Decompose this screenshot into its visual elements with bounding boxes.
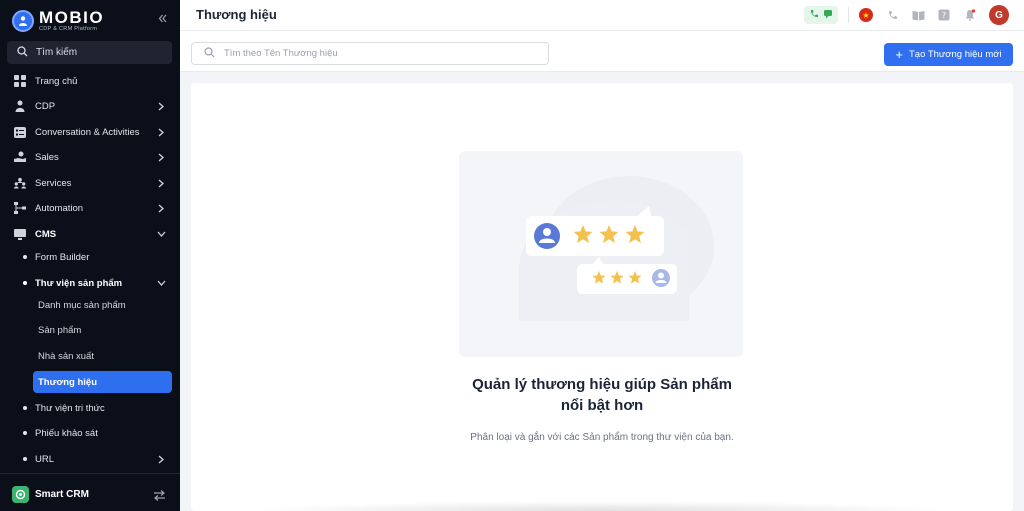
smart-crm-icon: [12, 486, 29, 503]
sales-hand-icon: [14, 151, 26, 163]
sidebar-item-label: Thư viện tri thức: [35, 402, 105, 414]
chevron-right-icon: [156, 101, 166, 111]
home-grid-icon: [14, 75, 26, 87]
sidebar-item-label: CDP: [35, 100, 56, 112]
sidebar-item-label: Services: [35, 177, 72, 189]
brand-search-input[interactable]: Tìm theo Tên Thương hiệu: [191, 42, 549, 65]
sidebar-item-home[interactable]: Trang chủ: [0, 70, 180, 92]
sidebar-item-label: Phiếu khảo sát: [35, 427, 98, 439]
empty-state-title-line1: Quản lý thương hiệu giúp Sản phẩm: [472, 376, 732, 393]
flow-icon: [14, 202, 26, 214]
divider: [848, 7, 849, 23]
sidebar-item-label: URL: [35, 453, 55, 465]
sidebar-footer: Smart CRM: [0, 473, 180, 511]
chevron-down-icon: [156, 278, 166, 288]
services-people-icon: [14, 177, 26, 189]
sidebar-item-conversation[interactable]: Conversation & Activities: [0, 121, 180, 143]
checklist-icon: [14, 126, 26, 138]
smart-crm-label: Smart CRM: [35, 489, 89, 500]
chevron-down-icon: [156, 229, 166, 239]
top-header: Thương hiệu ★ ? G: [180, 0, 1024, 31]
sidebar-item-cdp[interactable]: CDP: [0, 95, 180, 117]
phone-icon[interactable]: [885, 8, 899, 22]
logo-subtitle: CDP & CRM Platform: [39, 26, 98, 33]
create-brand-label: Tạo Thương hiệu mới: [909, 49, 1002, 60]
sidebar-search-label: Tìm kiếm: [36, 47, 78, 58]
user-avatar[interactable]: G: [989, 5, 1009, 25]
chevron-right-icon: [156, 178, 166, 188]
sidebar-item-label: Automation: [35, 202, 84, 214]
search-placeholder: Tìm theo Tên Thương hiệu: [224, 48, 338, 59]
sidebar-item-form-builder[interactable]: Form Builder: [0, 246, 180, 268]
notification-bell-icon[interactable]: [963, 8, 977, 22]
create-brand-button[interactable]: + Tạo Thương hiệu mới: [884, 43, 1013, 66]
sidebar-item-label: Thư viện sản phẩm: [35, 277, 123, 289]
sidebar-item-manufacturer[interactable]: Nhà sản xuất: [38, 351, 94, 362]
person-icon: [14, 100, 26, 112]
sidebar-item-automation[interactable]: Automation: [0, 197, 180, 219]
page-title: Thương hiệu: [196, 7, 277, 22]
header-actions: ★ ? G: [804, 5, 1009, 25]
empty-state-title: Quản lý thương hiệu giúp Sản phẩm nổi bậ…: [191, 374, 1013, 416]
sidebar-item-survey[interactable]: Phiếu khảo sát: [0, 422, 180, 444]
search-icon: [204, 46, 215, 61]
phone-icon: [809, 6, 819, 24]
empty-state-panel: Quản lý thương hiệu giúp Sản phẩm nổi bậ…: [191, 83, 1013, 511]
mobio-logo[interactable]: MOBIO CDP & CRM Platform: [12, 8, 104, 34]
sidebar-item-url[interactable]: URL: [0, 448, 180, 470]
sidebar-item-product-library[interactable]: Thư viện sản phẩm: [0, 272, 180, 294]
sidebar-item-label: Conversation & Activities: [35, 126, 140, 138]
empty-state-description: Phân loại và gắn với các Sản phẩm trong …: [470, 432, 734, 443]
book-icon[interactable]: [911, 8, 925, 22]
bottom-shadow: [241, 501, 961, 511]
mobio-logo-icon: [12, 10, 34, 32]
sidebar-item-products[interactable]: Sản phẩm: [38, 325, 81, 336]
toolbar: Tìm theo Tên Thương hiệu + Tạo Thương hi…: [180, 31, 1024, 72]
sidebar-item-label: CMS: [35, 228, 57, 240]
chevron-right-icon: [156, 203, 166, 213]
chat-icon: [823, 6, 833, 24]
switch-arrows-icon[interactable]: [153, 488, 166, 506]
sidebar-item-sales[interactable]: Sales: [0, 146, 180, 168]
chevron-right-icon: [156, 127, 166, 137]
sidebar-search[interactable]: Tìm kiếm: [7, 41, 172, 64]
sidebar-item-services[interactable]: Services: [0, 172, 180, 194]
sidebar-item-cms[interactable]: CMS: [0, 223, 180, 245]
rating-illustration: [459, 151, 743, 357]
empty-state-title-line2: nổi bật hơn: [560, 397, 644, 414]
sidebar-item-label: Trang chủ: [35, 75, 78, 87]
sidebar: MOBIO CDP & CRM Platform Tìm kiếm Trang …: [0, 0, 180, 511]
search-icon: [17, 44, 28, 62]
sidebar-item-brand[interactable]: Thương hiệu: [33, 371, 172, 393]
monitor-icon: [14, 228, 26, 240]
logo-name: MOBIO: [39, 8, 105, 28]
sidebar-item-knowledge-library[interactable]: Thư viện tri thức: [0, 397, 180, 419]
chevron-right-icon: [156, 454, 166, 464]
call-status-pill[interactable]: [804, 6, 838, 24]
sidebar-item-label: Sales: [35, 151, 59, 163]
chevron-right-icon: [156, 152, 166, 162]
help-icon[interactable]: ?: [937, 8, 951, 22]
sidebar-item-label: Thương hiệu: [38, 376, 98, 388]
sidebar-item-product-category[interactable]: Danh mục sản phẩm: [38, 300, 126, 311]
vietnam-flag-icon[interactable]: ★: [859, 8, 873, 22]
collapse-sidebar-icon[interactable]: [158, 12, 167, 26]
plus-icon: +: [895, 47, 903, 62]
sidebar-item-label: Form Builder: [35, 251, 90, 263]
svg-text:?: ?: [942, 11, 946, 20]
